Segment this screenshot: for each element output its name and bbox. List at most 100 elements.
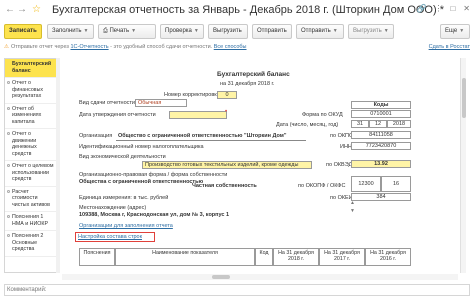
inn-field: 7723420870 <box>351 142 411 150</box>
sidebar-item-label: Пояснения 1 НМА и НИОКР <box>12 214 49 227</box>
balance-form: Бухгалтерский баланс на 31 декабря 2018 … <box>62 58 414 273</box>
chevron-down-icon: ▼ <box>131 28 137 34</box>
grid-header-code: Код <box>255 248 273 266</box>
fill-button[interactable]: Заполнить ▼ <box>47 24 94 39</box>
send-button[interactable]: Отправить <box>252 24 292 39</box>
print-button-label: Печать <box>109 28 130 34</box>
scroll-down-arrow-icon[interactable]: ▼ <box>350 208 355 214</box>
corr-label: Номер корректировки <box>164 92 220 98</box>
sidebar-item-cash-flow[interactable]: Отчет о движении денежных средств <box>5 129 58 161</box>
sidebar-scrollbar[interactable] <box>56 58 60 273</box>
chevron-down-icon: ▼ <box>193 28 199 34</box>
chevron-down-icon: ▼ <box>332 28 338 34</box>
grid-header-2018: На 31 декабря 2018 г. <box>273 248 319 266</box>
print-button[interactable]: ⎙ Печать ▼ <box>98 24 156 39</box>
sidebar-item-balance[interactable]: Бухгалтерский баланс <box>5 59 58 78</box>
kind-field[interactable]: Обычная <box>135 99 187 107</box>
corr-field[interactable]: 0 <box>217 91 237 99</box>
favorite-star-icon[interactable]: ☆ <box>32 4 41 15</box>
row-structure-link[interactable]: Настройка состава строк <box>78 234 142 240</box>
status-marker-icon <box>7 164 10 167</box>
sidebar-item-label: Расчет стоимости чистых активов <box>12 188 50 208</box>
unit-label: Единица измерения: в тыс. рублей <box>79 195 169 201</box>
upload-button-label: Выгрузить <box>213 28 242 34</box>
org-value[interactable]: Общество с ограниченной ответственностью… <box>118 133 286 139</box>
status-marker-icon <box>7 132 10 135</box>
comment-label: Комментарий: <box>7 287 47 293</box>
audit-org-link[interactable]: Организации для заполнения отчета <box>79 223 173 229</box>
export-button-label: Выгрузить <box>353 28 382 34</box>
okved-label: по ОКВЭД <box>326 162 353 168</box>
grid-header-2016: На 31 декабря 2016 г. <box>365 248 411 266</box>
legal-form-label: Организационно-правовая форма / форма со… <box>79 172 228 178</box>
okpo-label: по ОКПО <box>330 133 354 139</box>
sidebar-item-net-assets[interactable]: Расчет стоимости чистых активов <box>5 187 58 212</box>
approval-date-field[interactable] <box>169 111 227 119</box>
send2-button-label: Отправить <box>301 28 331 34</box>
sidebar-item-financial-results[interactable]: Отчет о финансовых результатах <box>5 78 58 104</box>
link-icon[interactable]: 🔗 <box>416 4 426 13</box>
date-label: Дата (число, месяц, год) <box>276 122 339 128</box>
hscroll-thumb[interactable] <box>212 275 230 279</box>
rosstat-link[interactable]: Сдать в Росстат <box>429 44 470 50</box>
window-title: Бухгалтерская отчетность за Январь - Дек… <box>52 4 444 16</box>
okud-label: Форма по ОКУД <box>302 112 343 118</box>
okfs-field: 16 <box>381 176 411 192</box>
status-marker-icon <box>7 189 10 193</box>
sidebar-item-label: Отчет о финансовых результатах <box>12 80 44 99</box>
required-marker: • <box>225 109 228 115</box>
scroll-thumb[interactable] <box>462 78 466 118</box>
toolbar: Записать Заполнить ▼ ⎙ Печать ▼ Проверка ▼ … <box>0 24 474 41</box>
activity-label: Вид экономической деятельности <box>79 154 166 160</box>
form-title: Бухгалтерский баланс <box>217 71 290 78</box>
kind-label: Вид сдачи отчетности <box>79 100 135 106</box>
check-button[interactable]: Проверка ▼ <box>160 24 204 39</box>
scroll-up-arrow-icon[interactable]: ▲ <box>350 200 355 206</box>
activity-field[interactable]: Производство готовых текстильных изделий… <box>142 161 312 169</box>
reporting-link[interactable]: 1С-Отчетность <box>70 44 108 50</box>
vertical-scrollbar[interactable] <box>460 58 466 273</box>
status-marker-icon <box>7 234 10 237</box>
okpo-field: 84111058 <box>351 131 411 139</box>
sections-sidebar: Бухгалтерский баланс Отчет о финансовых … <box>4 58 59 273</box>
chevron-down-icon: ▼ <box>383 28 389 34</box>
info-line: ⚠ Отправьте отчет через 1С-Отчетность - э… <box>4 44 470 54</box>
horizontal-scrollbar[interactable] <box>62 274 458 280</box>
org-underline <box>116 140 306 141</box>
export-button[interactable]: Выгрузить ▼ <box>348 24 394 39</box>
upload-button[interactable]: Выгрузить <box>208 24 248 39</box>
comment-field[interactable]: Комментарий: <box>4 284 470 296</box>
forward-arrow-icon[interactable]: → <box>17 4 27 15</box>
check-button-label: Проверка <box>165 28 192 34</box>
okei-field: 384 <box>351 193 411 201</box>
okud-field: 0710001 <box>351 110 411 118</box>
all-methods-link[interactable]: Все способы <box>214 44 247 50</box>
maximize-icon[interactable]: □ <box>450 4 455 13</box>
date-month-field: 12 <box>369 120 387 128</box>
more-button[interactable]: Еще ▼ <box>440 24 470 39</box>
fill-button-label: Заполнить <box>52 28 82 34</box>
legal-form-value: Общества с ограниченной ответственностью <box>79 179 204 185</box>
status-marker-icon <box>7 215 10 218</box>
sidebar-item-capital-changes[interactable]: Отчет об изменениях капитала <box>5 104 58 129</box>
sidebar-item-label: Пояснения 2 Основные средства <box>12 233 44 252</box>
title-bar: ← → ☆ Бухгалтерская отчетность за Январь… <box>0 0 474 22</box>
sidebar-item-label: Отчет о движении денежных средств <box>12 131 37 157</box>
menu-dots-icon[interactable]: ⋮ <box>434 4 442 13</box>
send2-button[interactable]: Отправить ▼ <box>296 24 344 39</box>
more-button-label: Еще <box>445 28 458 34</box>
sidebar-item-notes-1[interactable]: Пояснения 1 НМА и НИОКР <box>5 212 58 231</box>
info-suffix: - это удобный способ сдачи отчетности. <box>110 44 213 50</box>
okved-field[interactable]: 13.92 <box>351 160 411 168</box>
sidebar-item-notes-2[interactable]: Пояснения 2 Основные средства <box>5 231 58 257</box>
back-arrow-icon[interactable]: ← <box>5 4 15 15</box>
org-label: Организация <box>79 133 113 139</box>
sidebar-item-target-use[interactable]: Отчет о целевом использовании средств <box>5 161 58 187</box>
date-day-field: 31 <box>351 120 369 128</box>
codes-header: Коды <box>351 101 411 109</box>
record-button-label: Записать <box>9 28 37 34</box>
record-button[interactable]: Записать <box>4 24 42 39</box>
date-year-field: 2018 <box>387 120 411 128</box>
close-icon[interactable]: ✕ <box>463 4 470 13</box>
send-button-label: Отправить <box>257 28 287 34</box>
